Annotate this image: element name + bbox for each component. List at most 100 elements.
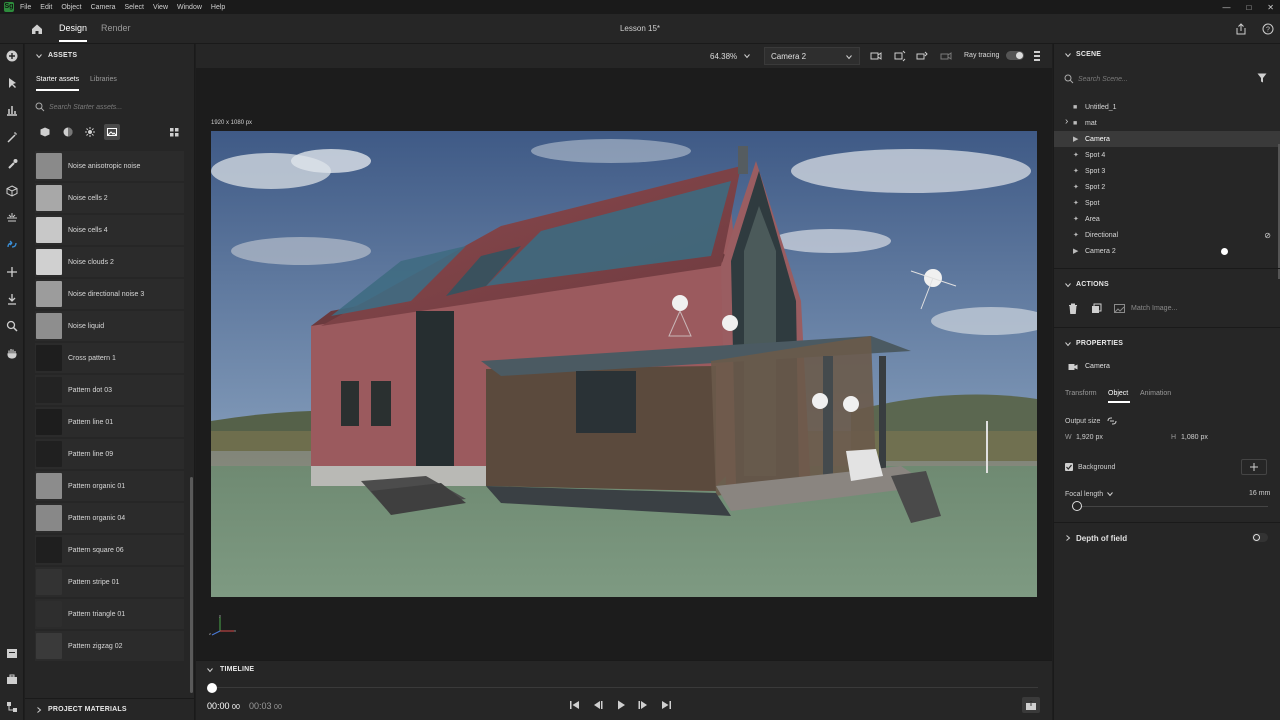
chevron-down-icon[interactable] [1064, 281, 1072, 289]
maximize-icon[interactable]: □ [1246, 3, 1251, 12]
scene-item-spot-4[interactable]: ✦ Spot 4 [1054, 147, 1280, 163]
camera-orbit-icon[interactable] [870, 50, 882, 62]
zoom-dropdown[interactable]: 64.38% [710, 48, 756, 64]
tab-transform[interactable]: Transform [1065, 390, 1097, 397]
assets-search-input[interactable]: Search Starter assets... [35, 99, 185, 115]
focal-length-slider-track[interactable] [1072, 506, 1268, 507]
asset-item[interactable]: Pattern square 06 [35, 535, 184, 565]
render-preview[interactable] [211, 131, 1037, 597]
asset-item[interactable]: Noise liquid [35, 311, 184, 341]
cube-icon[interactable] [5, 184, 19, 198]
link-icon[interactable] [1107, 417, 1117, 425]
scene-item-directional[interactable]: ✦ Directional ⊘ [1054, 227, 1280, 243]
background-add-button[interactable] [1241, 459, 1267, 475]
depth-of-field-toggle[interactable] [1252, 533, 1268, 542]
background-checkbox[interactable] [1065, 463, 1073, 471]
timeline-track[interactable] [212, 687, 1038, 688]
paint-brush-icon[interactable] [5, 157, 19, 171]
transform-icon[interactable] [5, 700, 19, 714]
skip-to-start-icon[interactable] [569, 699, 581, 711]
share-icon[interactable] [1235, 23, 1247, 35]
step-forward-icon[interactable] [637, 699, 649, 711]
export-animation-button[interactable] [1022, 697, 1040, 713]
asset-item[interactable]: Pattern organic 04 [35, 503, 184, 533]
asset-item[interactable]: Pattern organic 01 [35, 471, 184, 501]
chevron-down-icon[interactable] [1064, 51, 1072, 59]
select-arrow-icon[interactable] [5, 76, 19, 90]
trash-icon[interactable] [1068, 303, 1078, 314]
chevron-down-icon[interactable] [35, 52, 43, 60]
focal-length-slider-thumb[interactable] [1072, 501, 1082, 511]
tab-design[interactable]: Design [59, 23, 88, 42]
menu-window[interactable]: Window [177, 4, 202, 11]
menu-object[interactable]: Object [61, 4, 81, 11]
add-icon[interactable] [5, 49, 19, 63]
asset-item[interactable]: Pattern zigzag 02 [35, 631, 184, 661]
scene-item-camera[interactable]: ▶ Camera [1054, 131, 1280, 147]
grid-view-icon[interactable] [170, 128, 179, 137]
more-options-icon[interactable] [1033, 50, 1041, 62]
asset-item[interactable]: Noise cells 2 [35, 183, 184, 213]
minimize-icon[interactable]: — [1222, 3, 1230, 12]
scene-item-camera-2[interactable]: ▶ Camera 2 [1054, 243, 1280, 259]
match-image-button[interactable]: Match Image... [1114, 300, 1190, 316]
timeline-playhead[interactable] [207, 683, 217, 693]
tab-starter-assets[interactable]: Starter assets [36, 76, 80, 91]
assets-scrollbar[interactable] [190, 477, 193, 693]
chart-tool-icon[interactable] [5, 103, 19, 117]
menu-camera[interactable]: Camera [91, 4, 116, 11]
step-back-icon[interactable] [592, 699, 604, 711]
help-icon[interactable]: ? [1262, 23, 1274, 35]
image-filter-button[interactable] [104, 124, 120, 140]
asset-item[interactable]: Pattern triangle 01 [35, 599, 184, 629]
menu-edit[interactable]: Edit [40, 4, 52, 11]
asset-item[interactable]: Cross pattern 1 [35, 343, 184, 373]
toolbox-icon[interactable] [5, 672, 19, 686]
drop-to-ground-icon[interactable] [5, 292, 19, 306]
chevron-down-icon[interactable] [206, 666, 214, 674]
scene-item-mat[interactable]: › ■ mat [1054, 115, 1280, 131]
chevron-down-icon[interactable] [1064, 340, 1072, 348]
scene-item-area[interactable]: ✦ Area [1054, 211, 1280, 227]
move-icon[interactable] [5, 265, 19, 279]
camera-pan-icon[interactable] [894, 50, 906, 62]
material-filter-icon[interactable] [63, 127, 73, 137]
tab-animation[interactable]: Animation [1140, 390, 1171, 397]
scene-item-spot-3[interactable]: ✦ Spot 3 [1054, 163, 1280, 179]
focal-length-dropdown[interactable]: Focal length [1065, 490, 1114, 498]
library-icon[interactable] [5, 646, 19, 660]
chevron-right-icon[interactable]: › [1065, 116, 1068, 127]
duplicate-icon[interactable] [1091, 303, 1102, 314]
viewport[interactable]: 64.38% Camera 2 Ray tracing 1920 x 1080 … [196, 44, 1052, 660]
width-input[interactable]: 1,920 px [1076, 434, 1103, 441]
ray-tracing-toggle[interactable] [1006, 51, 1024, 60]
link-tool-icon[interactable] [5, 238, 19, 252]
camera-reset-icon[interactable] [940, 50, 952, 62]
height-input[interactable]: 1,080 px [1181, 434, 1208, 441]
tab-render[interactable]: Render [101, 23, 131, 33]
model-filter-icon[interactable] [40, 127, 50, 137]
project-materials-section[interactable]: PROJECT MATERIALS [25, 698, 195, 720]
asset-item[interactable]: Pattern stripe 01 [35, 567, 184, 597]
tab-object[interactable]: Object [1108, 390, 1128, 397]
asset-item[interactable]: Pattern line 09 [35, 439, 184, 469]
light-filter-icon[interactable] [85, 127, 95, 137]
scene-item-untitled-1[interactable]: ■ Untitled_1 [1054, 99, 1280, 115]
hand-pan-icon[interactable] [5, 346, 19, 360]
zoom-icon[interactable] [5, 319, 19, 333]
menu-file[interactable]: File [20, 4, 31, 11]
play-icon[interactable] [615, 699, 627, 711]
close-icon[interactable]: ✕ [1267, 3, 1274, 12]
home-icon[interactable] [30, 22, 44, 36]
menu-select[interactable]: Select [124, 4, 143, 11]
menu-view[interactable]: View [153, 4, 168, 11]
scene-item-spot[interactable]: ✦ Spot [1054, 195, 1280, 211]
tab-libraries[interactable]: Libraries [90, 76, 117, 83]
asset-item[interactable]: Noise anisotropic noise [35, 151, 184, 181]
asset-item[interactable]: Noise directional noise 3 [35, 279, 184, 309]
asset-item[interactable]: Noise clouds 2 [35, 247, 184, 277]
skip-to-end-icon[interactable] [660, 699, 672, 711]
visibility-off-icon[interactable]: ⊘ [1264, 231, 1271, 240]
asset-item[interactable]: Pattern dot 03 [35, 375, 184, 405]
camera-select[interactable]: Camera 2 [764, 47, 860, 65]
